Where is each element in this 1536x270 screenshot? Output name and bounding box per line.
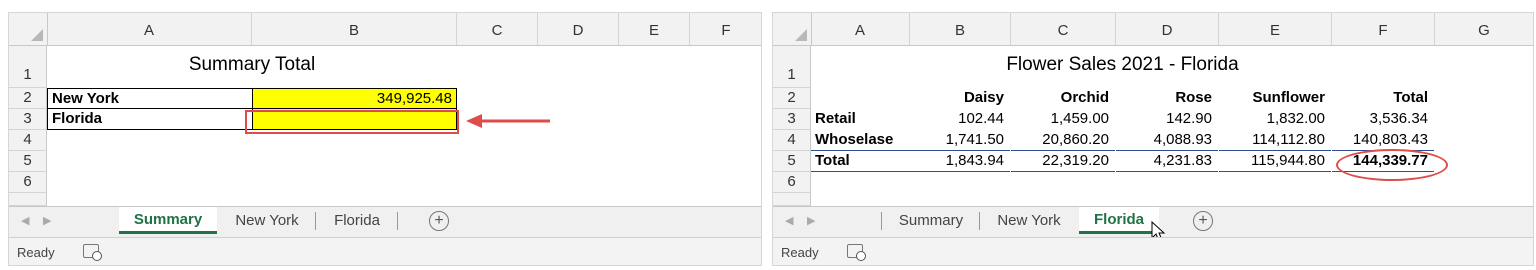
column-header-a[interactable]: A bbox=[47, 13, 252, 45]
cell-retail-rose[interactable]: 142.90 bbox=[1116, 109, 1218, 130]
cell-total-daisy[interactable]: 1,843.94 bbox=[910, 151, 1010, 172]
row-header-1[interactable]: 1 bbox=[773, 46, 811, 88]
column-header-e[interactable]: E bbox=[1219, 13, 1332, 45]
empty-cell-highlight-box bbox=[245, 110, 459, 134]
column-header-b[interactable]: B bbox=[910, 13, 1011, 45]
cell-retail-sunflower[interactable]: 1,832.00 bbox=[1219, 109, 1331, 130]
grand-total-circle-callout bbox=[1336, 149, 1448, 181]
column-header-f[interactable]: F bbox=[1332, 13, 1435, 45]
florida-sheet-window: A B C D E F G 1 2 3 4 5 6 Flower Sales 2… bbox=[772, 12, 1534, 266]
add-sheet-icon[interactable]: + bbox=[1193, 211, 1213, 231]
row-header-7-partial bbox=[9, 193, 47, 206]
cell-wholesale-rose[interactable]: 4,088.93 bbox=[1116, 130, 1218, 151]
status-bar: Ready bbox=[9, 237, 761, 265]
header-total[interactable]: Total bbox=[1332, 88, 1434, 109]
row-label-total[interactable]: Total bbox=[811, 151, 910, 172]
summary-title-cell[interactable]: Summary Total bbox=[47, 46, 457, 88]
row-header-4[interactable]: 4 bbox=[773, 130, 811, 151]
column-header-bar: A B C D E F bbox=[9, 13, 761, 46]
status-bar: Ready bbox=[773, 237, 1533, 265]
row-label-wholesale[interactable]: Whoselase bbox=[811, 130, 910, 151]
tab-scroll-right-icon[interactable]: ▶ bbox=[807, 214, 815, 227]
row-header-6[interactable]: 6 bbox=[773, 172, 811, 193]
select-all-corner[interactable] bbox=[773, 13, 812, 45]
tab-florida[interactable]: Florida bbox=[1079, 207, 1159, 234]
column-header-c[interactable]: C bbox=[457, 13, 538, 45]
cell-b2-ny-total[interactable]: 349,925.48 bbox=[252, 88, 457, 109]
arrow-left-icon bbox=[466, 114, 550, 128]
cell-total-orchid[interactable]: 22,319.20 bbox=[1011, 151, 1115, 172]
header-orchid[interactable]: Orchid bbox=[1011, 88, 1115, 109]
row-header-2[interactable]: 2 bbox=[9, 88, 47, 109]
tab-new-york[interactable]: New York bbox=[221, 207, 313, 235]
row-header-3[interactable]: 3 bbox=[773, 109, 811, 130]
add-sheet-icon[interactable]: + bbox=[429, 211, 449, 231]
cell-retail-orchid[interactable]: 1,459.00 bbox=[1011, 109, 1115, 130]
column-header-a[interactable]: A bbox=[811, 13, 910, 45]
tab-scroll-left-icon[interactable]: ◀ bbox=[785, 214, 793, 227]
tab-separator bbox=[979, 212, 980, 230]
tab-separator bbox=[397, 212, 398, 230]
row-header-7-partial bbox=[773, 193, 811, 206]
column-header-d[interactable]: D bbox=[538, 13, 619, 45]
cell-total-sunflower[interactable]: 115,944.80 bbox=[1219, 151, 1331, 172]
row-header-3[interactable]: 3 bbox=[9, 109, 47, 130]
column-header-e[interactable]: E bbox=[619, 13, 690, 45]
tab-florida[interactable]: Florida bbox=[319, 207, 395, 235]
cell-total-rose[interactable]: 4,231.83 bbox=[1116, 151, 1218, 172]
row-header-1[interactable]: 1 bbox=[9, 46, 47, 88]
tab-summary[interactable]: Summary bbox=[885, 207, 977, 235]
select-all-triangle-icon bbox=[795, 29, 807, 41]
status-ready-text: Ready bbox=[17, 245, 55, 260]
summary-sheet-window: A B C D E F 1 2 3 4 5 6 Summary Total Ne… bbox=[8, 12, 762, 266]
tab-summary[interactable]: Summary bbox=[119, 207, 217, 234]
row-header-5[interactable]: 5 bbox=[773, 151, 811, 172]
cell-wholesale-sunflower[interactable]: 114,112.80 bbox=[1219, 130, 1331, 151]
tab-separator bbox=[315, 212, 316, 230]
florida-title-cell[interactable]: Flower Sales 2021 - Florida bbox=[811, 46, 1434, 88]
column-header-bar: A B C D E F G bbox=[773, 13, 1533, 46]
row-header-5[interactable]: 5 bbox=[9, 151, 47, 172]
row-header-4[interactable]: 4 bbox=[9, 130, 47, 151]
column-header-g[interactable]: G bbox=[1435, 13, 1533, 45]
cell-a3-florida[interactable]: Florida bbox=[47, 109, 252, 130]
column-header-c[interactable]: C bbox=[1011, 13, 1116, 45]
cell-wholesale-total[interactable]: 140,803.43 bbox=[1332, 130, 1434, 151]
header-daisy[interactable]: Daisy bbox=[910, 88, 1010, 109]
cell-retail-total[interactable]: 3,536.34 bbox=[1332, 109, 1434, 130]
column-header-d[interactable]: D bbox=[1116, 13, 1219, 45]
row-header-6[interactable]: 6 bbox=[9, 172, 47, 193]
sheet-tab-bar: ◀ ▶ Summary New York Florida + bbox=[9, 206, 761, 237]
status-ready-text: Ready bbox=[781, 245, 819, 260]
header-rose[interactable]: Rose bbox=[1116, 88, 1218, 109]
select-all-corner[interactable] bbox=[9, 13, 48, 45]
column-header-f[interactable]: F bbox=[690, 13, 761, 45]
header-sunflower[interactable]: Sunflower bbox=[1219, 88, 1331, 109]
tab-separator bbox=[881, 212, 882, 230]
column-header-b[interactable]: B bbox=[252, 13, 457, 45]
cell-a2-new-york[interactable]: New York bbox=[47, 88, 252, 109]
accessibility-check-icon[interactable] bbox=[83, 244, 102, 261]
tab-scroll-right-icon[interactable]: ▶ bbox=[43, 214, 51, 227]
tab-new-york[interactable]: New York bbox=[983, 207, 1075, 235]
cell-wholesale-daisy[interactable]: 1,741.50 bbox=[910, 130, 1010, 151]
tab-scroll-left-icon[interactable]: ◀ bbox=[21, 214, 29, 227]
accessibility-check-icon[interactable] bbox=[847, 244, 866, 261]
row-header-2[interactable]: 2 bbox=[773, 88, 811, 109]
cell-retail-daisy[interactable]: 102.44 bbox=[910, 109, 1010, 130]
row-label-retail[interactable]: Retail bbox=[811, 109, 910, 130]
cell-wholesale-orchid[interactable]: 20,860.20 bbox=[1011, 130, 1115, 151]
select-all-triangle-icon bbox=[31, 29, 43, 41]
